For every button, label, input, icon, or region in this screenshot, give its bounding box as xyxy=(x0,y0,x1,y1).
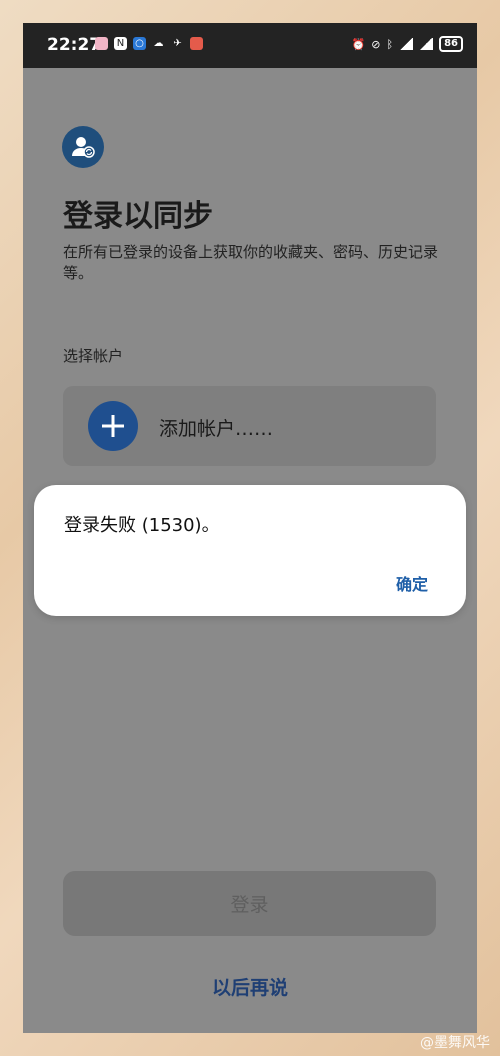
account-sync-icon xyxy=(62,126,104,168)
browser-app-icon: ○ xyxy=(133,37,146,50)
page-title: 登录以同步 xyxy=(63,199,213,234)
add-account-label: 添加帐户…… xyxy=(159,418,274,440)
status-time: 22:27 xyxy=(47,35,102,55)
phone-screen: 22:27 N ○ ☁ ✈ ⏰ ⊘ ᛒ 86 登录以同步 在所有已登录的设备上获… xyxy=(23,23,477,1033)
watermark-text: @墨舞风华 xyxy=(420,1035,490,1051)
signal-5g-secondary-icon xyxy=(419,38,434,50)
app-notification-icon xyxy=(95,37,108,50)
choose-account-label: 选择帐户 xyxy=(63,347,124,365)
alarm-icon: ⏰ xyxy=(351,37,366,51)
nfc-icon: ⊘ xyxy=(371,37,381,51)
page-subtitle: 在所有已登录的设备上获取你的收藏夹、密码、历史记录等。 xyxy=(63,243,439,282)
bluetooth-icon: ᛒ xyxy=(386,37,394,51)
dialog-ok-button[interactable]: 确定 xyxy=(396,571,428,595)
message-app-icon xyxy=(190,37,203,50)
battery-icon: 86 xyxy=(439,36,463,52)
signal-5g-icon xyxy=(399,38,414,50)
status-bar: 22:27 N ○ ☁ ✈ ⏰ ⊘ ᛒ 86 xyxy=(23,23,477,68)
news-app-icon: N xyxy=(114,37,127,50)
notification-icons: N ○ ☁ ✈ xyxy=(95,37,203,50)
dialog-message: 登录失败 (1530)。 xyxy=(64,515,220,536)
system-status-icons: ⏰ ⊘ ᛒ 86 xyxy=(352,36,463,52)
plus-icon xyxy=(88,401,138,451)
error-dialog: 登录失败 (1530)。 确定 xyxy=(34,485,466,616)
add-account-button[interactable]: 添加帐户…… xyxy=(63,386,436,466)
cloud-icon: ☁ xyxy=(153,38,164,49)
login-button[interactable]: 登录 xyxy=(63,871,436,936)
later-link[interactable]: 以后再说 xyxy=(23,973,477,1000)
bird-icon: ✈ xyxy=(173,38,182,49)
